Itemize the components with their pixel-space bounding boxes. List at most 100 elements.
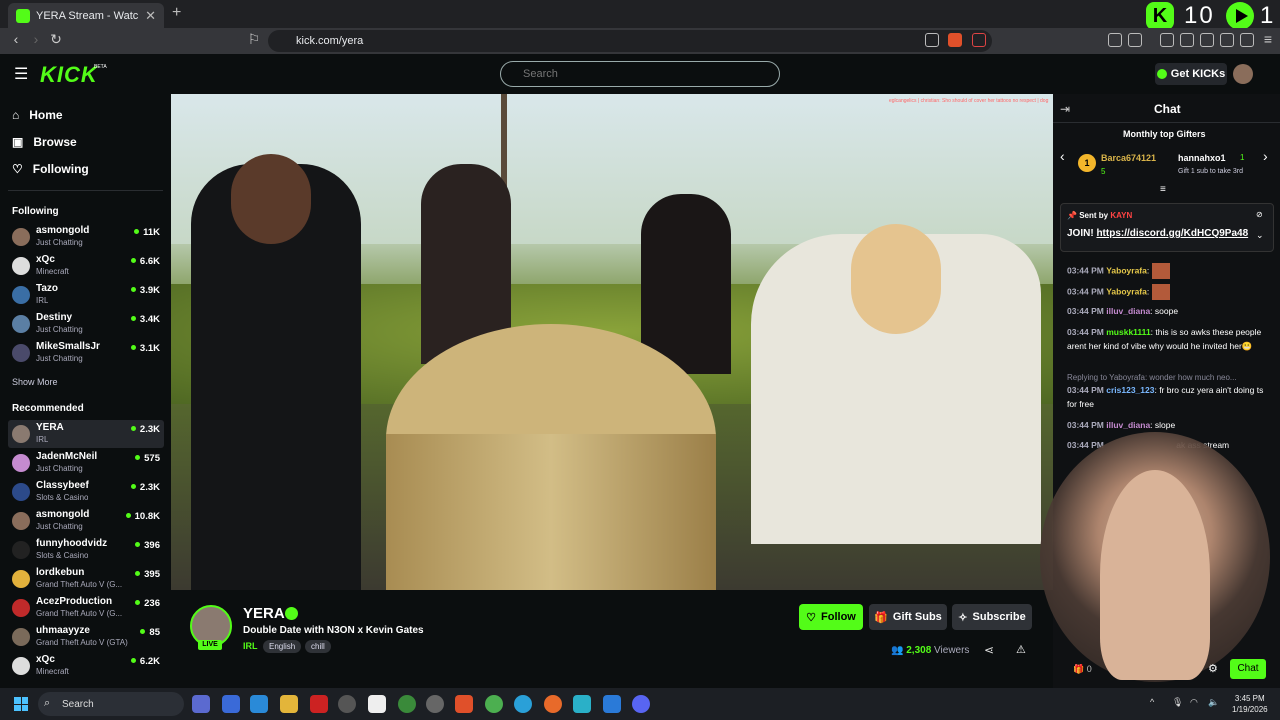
channel-category: Just Chatting	[36, 325, 83, 334]
channel-viewers: 2.3K	[131, 482, 160, 493]
channel-name: asmongold	[36, 225, 90, 236]
streamer-name[interactable]: YERA	[243, 605, 285, 622]
extensions-icon[interactable]	[1108, 33, 1122, 47]
mic-icon[interactable]: 🎙	[1172, 697, 1183, 708]
sidebar-channel[interactable]: funnyhoodvidz Slots & Casino 396	[8, 536, 164, 564]
brave-icon[interactable]	[455, 695, 473, 713]
stream-category[interactable]: IRL	[243, 641, 258, 651]
search-input[interactable]	[500, 61, 780, 87]
taskbar-search[interactable]: Search	[38, 692, 184, 716]
expand-gifters-icon[interactable]: ≡	[1160, 184, 1166, 195]
vpn-icon[interactable]	[1240, 33, 1254, 47]
gift-subs-button[interactable]: 🎁 Gift Subs	[869, 604, 947, 630]
share-icon[interactable]	[925, 33, 939, 47]
channel-category: Minecraft	[36, 267, 69, 276]
chat-settings-icon[interactable]: ⚙	[1208, 662, 1218, 675]
tray-chevron-icon[interactable]: ^	[1150, 697, 1154, 707]
nav-browse[interactable]: ▣ Browse	[12, 135, 77, 149]
file-explorer-icon[interactable]	[280, 695, 298, 713]
pinned-user[interactable]: KAYN	[1110, 211, 1132, 220]
github-icon[interactable]	[426, 695, 444, 713]
vscode-icon[interactable]	[603, 695, 621, 713]
sidebar-channel[interactable]: MikeSmallsJr Just Chatting 3.1K	[8, 339, 164, 367]
share-icon[interactable]: ⋖	[984, 643, 994, 657]
msg-user[interactable]: illuv_diana	[1106, 420, 1150, 430]
wifi-icon[interactable]: ◠	[1190, 697, 1198, 708]
new-tab-icon[interactable]: +	[172, 4, 181, 22]
gifter-2-name[interactable]: hannahxo1	[1178, 153, 1226, 163]
edge-icon[interactable]	[514, 695, 532, 713]
unpin-icon[interactable]: ⊘	[1256, 210, 1263, 219]
chevron-down-icon[interactable]: ⌄	[1256, 230, 1264, 241]
nav-home[interactable]: ⌂ Home	[12, 108, 63, 122]
report-icon[interactable]: ⚠	[1016, 643, 1026, 656]
msg-user[interactable]: muskk1111	[1106, 327, 1150, 337]
msg-user[interactable]: illuv_diana	[1106, 306, 1150, 316]
brave-rewards-icon[interactable]	[972, 33, 986, 47]
music-icon[interactable]	[1160, 33, 1174, 47]
chrome-icon[interactable]	[485, 695, 503, 713]
sidebar-channel[interactable]: AcezProduction Grand Theft Auto V (G... 23…	[8, 594, 164, 622]
taskbar-clock[interactable]: 3:45 PM 1/19/2026	[1232, 693, 1268, 715]
sidebar-channel[interactable]: JadenMcNeil Just Chatting 575	[8, 449, 164, 477]
user-avatar[interactable]	[1233, 64, 1253, 84]
show-more-link[interactable]: Show More	[12, 377, 58, 387]
sidebar-channel[interactable]: xQc Minecraft 6.6K	[8, 252, 164, 280]
app-oo-icon[interactable]	[573, 695, 591, 713]
sidebar-channel[interactable]: asmongold Just Chatting 11K	[8, 223, 164, 251]
play-extension-icon[interactable]	[1226, 2, 1254, 30]
sidebar-channel[interactable]: Destiny Just Chatting 3.4K	[8, 310, 164, 338]
sidebar-channel[interactable]: YERA IRL 2.3K	[8, 420, 164, 448]
reload-icon[interactable]: ↻	[46, 31, 66, 48]
tag-english[interactable]: English	[263, 640, 302, 653]
sidebar-channel[interactable]: asmongold Just Chatting 10.8K	[8, 507, 164, 535]
msg-user[interactable]: Yaboyrafa	[1106, 286, 1147, 296]
get-kicks-button[interactable]: Get KICKs	[1155, 63, 1227, 85]
news-icon[interactable]	[310, 695, 328, 713]
task-view-icon[interactable]	[192, 695, 210, 713]
sidebar-channel[interactable]: Tazo IRL 3.9K	[8, 281, 164, 309]
brave-shields-icon[interactable]	[948, 33, 962, 47]
msg-user[interactable]: cris123_123	[1106, 385, 1154, 395]
send-chat-button[interactable]: Chat	[1230, 659, 1266, 679]
sidebar-toggle-icon[interactable]	[1180, 33, 1194, 47]
volume-icon[interactable]: 🔈	[1208, 697, 1219, 708]
url-field[interactable]: kick.com/yera	[268, 30, 992, 52]
app-r-icon[interactable]	[250, 695, 268, 713]
sidebar-channel[interactable]: xQc Minecraft 6.2K	[8, 652, 164, 680]
wallet-icon[interactable]	[1200, 33, 1214, 47]
sidebar-channel[interactable]: uhmaayyze Grand Theft Auto V (GTA) 85	[8, 623, 164, 651]
nav-following[interactable]: ♡ Following	[12, 162, 89, 176]
firefox-icon[interactable]	[544, 695, 562, 713]
subscribe-button[interactable]: ✧ Subscribe	[952, 604, 1032, 630]
browser-tab[interactable]: YERA Stream - Watch Live on Kick ✕	[8, 3, 164, 28]
tag-chill[interactable]: chill	[305, 640, 331, 653]
app-shield-icon[interactable]	[398, 695, 416, 713]
follow-button[interactable]: ♡ Follow	[799, 604, 863, 630]
reader-icon[interactable]	[1128, 33, 1142, 47]
channel-name: xQc	[36, 254, 55, 265]
sidebar-channel[interactable]: lordkebun Grand Theft Auto V (G... 395	[8, 565, 164, 593]
pinned-link[interactable]: https://discord.gg/KdHCQ9Pa48	[1096, 228, 1248, 239]
leo-icon[interactable]	[1220, 33, 1234, 47]
gifters-prev-icon[interactable]: ‹	[1060, 148, 1065, 164]
teams-icon[interactable]	[222, 695, 240, 713]
hamburger-menu-icon[interactable]: ☰	[14, 64, 28, 84]
collapse-chat-icon[interactable]: ⇥	[1060, 102, 1070, 116]
windows-start-icon[interactable]	[14, 697, 28, 711]
back-icon[interactable]: ‹	[6, 31, 26, 47]
kick-logo[interactable]: KICK	[40, 62, 98, 88]
menu-icon[interactable]: ≡	[1258, 31, 1278, 47]
epic-icon[interactable]	[368, 695, 386, 713]
gifter-1-name[interactable]: Barca674121	[1101, 153, 1156, 163]
kick-extension-icon[interactable]: K	[1146, 2, 1174, 30]
forward-icon[interactable]: ›	[26, 31, 46, 47]
clock-app-icon[interactable]	[338, 695, 356, 713]
close-tab-icon[interactable]: ✕	[145, 8, 156, 24]
sidebar-channel[interactable]: Classybeef Slots & Casino 2.3K	[8, 478, 164, 506]
gifters-next-icon[interactable]: ›	[1263, 148, 1268, 164]
bookmark-icon[interactable]: ⚐	[244, 31, 264, 48]
video-player[interactable]: eglcangelics | christian: Sho should of …	[171, 94, 1053, 590]
msg-user[interactable]: Yaboyrafa	[1106, 265, 1147, 275]
discord-icon[interactable]	[632, 695, 650, 713]
